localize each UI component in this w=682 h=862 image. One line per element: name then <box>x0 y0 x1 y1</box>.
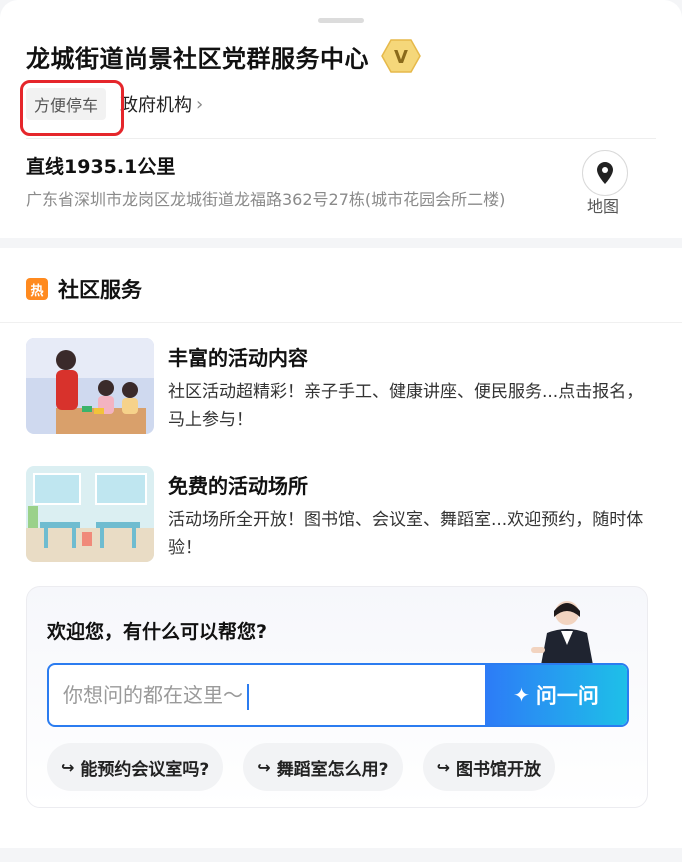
place-title: 龙城街道尚景社区党群服务中心 <box>26 44 369 73</box>
suggestion-chip[interactable]: ↪ 能预约会议室吗? <box>47 743 224 791</box>
chevron-right-icon: › <box>196 93 204 115</box>
question-input-placeholder: 你想问的都在这里～ <box>63 683 243 707</box>
section-title: 社区服务 <box>58 278 142 302</box>
category-link-label: 政府机构 <box>120 95 193 116</box>
activities-thumbnail <box>26 338 154 434</box>
svg-text:V: V <box>394 47 408 68</box>
ask-button[interactable]: ✦ 问一问 <box>485 665 627 725</box>
community-services-card: 热 社区服务 丰富的活动内容 社区活动超精彩！亲子手工、健康讲座、便民服务...… <box>0 248 682 848</box>
assistant-greeting: 欢迎您，有什么可以帮您? <box>47 621 268 643</box>
suggestion-chip[interactable]: ↪ 舞蹈室怎么用? <box>243 743 403 791</box>
location-pin-icon <box>597 162 613 184</box>
ask-box: 你想问的都在这里～ ✦ 问一问 <box>47 663 629 727</box>
suggestion-chip-label: 图书馆开放 <box>455 759 541 780</box>
highlight-box <box>20 80 124 136</box>
question-input[interactable]: 你想问的都在这里～ <box>63 665 249 725</box>
section-header: 热 社区服务 <box>26 274 142 304</box>
reply-arrow-icon: ↪ <box>257 757 271 777</box>
service-title: 丰富的活动内容 <box>168 346 308 370</box>
title-row: 龙城街道尚景社区党群服务中心 V <box>26 38 421 74</box>
venues-thumbnail <box>26 466 154 562</box>
distance-text: 直线1935.1公里 <box>26 156 176 178</box>
reply-arrow-icon: ↪ <box>61 757 75 777</box>
suggestion-chip-label: 舞蹈室怎么用? <box>276 759 389 780</box>
map-label[interactable]: 地图 <box>587 193 619 217</box>
service-item-venues[interactable]: 免费的活动场所 活动场所全开放！图书馆、会议室、舞蹈室...欢迎预约，随时体验！ <box>26 466 656 566</box>
bottom-strip <box>0 848 682 862</box>
service-item-activities[interactable]: 丰富的活动内容 社区活动超精彩！亲子手工、健康讲座、便民服务...点击报名，马上… <box>26 338 656 438</box>
suggestion-chips: ↪ 能预约会议室吗? ↪ 舞蹈室怎么用? ↪ 图书馆开放 <box>47 743 555 791</box>
text-caret <box>247 683 249 710</box>
hot-icon: 热 <box>26 278 48 300</box>
divider <box>26 138 656 139</box>
map-button[interactable] <box>582 150 628 196</box>
place-header-card: 龙城街道尚景社区党群服务中心 V 方便停车 政府机构 › 直线1935.1公里 … <box>0 0 682 238</box>
service-description: 活动场所全开放！图书馆、会议室、舞蹈室...欢迎预约，随时体验！ <box>168 510 644 558</box>
assistant-panel: 欢迎您，有什么可以帮您? 你想问的都在这里～ ✦ 问一问 ↪ 能预约会议室吗? ↪… <box>26 586 648 808</box>
reply-arrow-icon: ↪ <box>436 757 450 777</box>
address-text: 广东省深圳市龙岗区龙城街道龙福路362号27栋(城市花园会所二楼) <box>26 190 506 209</box>
service-description: 社区活动超精彩！亲子手工、健康讲座、便民服务...点击报名，马上参与！ <box>168 382 644 430</box>
sparkle-icon: ✦ <box>513 683 530 707</box>
suggestion-chip-label: 能预约会议室吗? <box>80 759 210 780</box>
divider <box>0 322 682 323</box>
service-title: 免费的活动场所 <box>168 474 308 498</box>
assistant-avatar <box>527 593 607 665</box>
category-link[interactable]: 政府机构 › <box>120 91 203 117</box>
verified-v-icon: V <box>381 38 421 74</box>
ask-button-label: 问一问 <box>535 684 599 708</box>
drag-handle[interactable] <box>318 18 364 23</box>
suggestion-chip[interactable]: ↪ 图书馆开放 <box>422 743 555 791</box>
